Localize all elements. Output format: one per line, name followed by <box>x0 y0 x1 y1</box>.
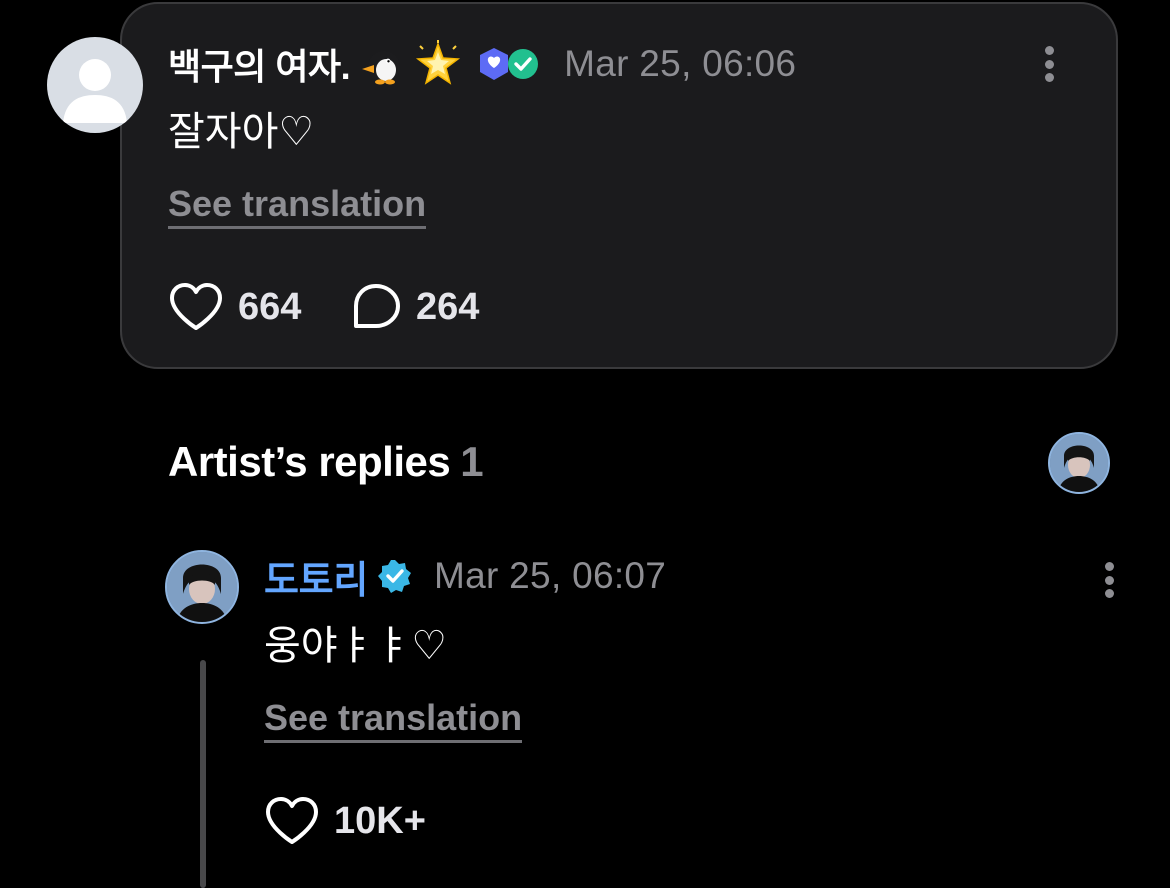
reply-username[interactable]: 도토리 <box>264 549 368 604</box>
comment-header: 백구의 여자. Mar 25, 06:06 <box>168 36 796 92</box>
more-dot-icon <box>1044 73 1054 82</box>
reply-text: 웅야ㅑㅑ♡ <box>264 624 448 668</box>
artist-replies-title: Artist’s replies <box>168 438 451 485</box>
artist-photo-icon <box>1050 434 1108 492</box>
default-avatar-icon <box>63 59 127 123</box>
comment-like-button[interactable]: 664 <box>168 282 301 332</box>
artist-replies-heading: Artist’s replies 1 <box>168 438 484 486</box>
artist-replies-count: 1 <box>460 438 484 485</box>
penguin-emoji-icon <box>358 43 404 85</box>
comment-like-count: 664 <box>238 285 302 328</box>
comment-username[interactable]: 백구의 여자. <box>168 38 351 90</box>
comment-reply-button[interactable]: 264 <box>350 282 479 332</box>
heart-icon <box>266 797 318 844</box>
comment-see-translation-link[interactable]: See translation <box>168 184 427 229</box>
more-dot-icon <box>1104 562 1114 571</box>
comment-more-button[interactable] <box>1034 40 1064 88</box>
artist-avatar[interactable] <box>165 550 239 624</box>
user-avatar[interactable] <box>47 37 143 133</box>
glowing-star-icon <box>414 40 462 88</box>
speech-bubble-icon <box>354 284 400 328</box>
comment-reply-count: 264 <box>416 285 480 328</box>
reply-more-button[interactable] <box>1094 556 1124 604</box>
reply-header: 도토리 Mar 25, 06:07 <box>264 548 666 604</box>
thread-line <box>200 660 206 888</box>
membership-badge-icon <box>476 46 542 82</box>
heart-icon <box>170 283 222 330</box>
more-dot-icon <box>1044 46 1054 55</box>
comment-text: 잘자아♡ <box>168 110 315 154</box>
more-dot-icon <box>1044 59 1054 69</box>
reply-see-translation-link[interactable]: See translation <box>264 698 523 743</box>
verified-badge-icon <box>377 559 412 593</box>
reply-timestamp: Mar 25, 06:07 <box>433 555 667 596</box>
reply-like-count: 10K+ <box>334 799 426 842</box>
reply-like-button[interactable]: 10K+ <box>264 796 426 846</box>
more-dot-icon <box>1104 589 1114 598</box>
comment-timestamp: Mar 25, 06:06 <box>564 43 797 84</box>
more-dot-icon <box>1104 575 1114 585</box>
artist-photo-icon <box>167 552 237 622</box>
artist-avatar-small[interactable] <box>1048 432 1110 494</box>
